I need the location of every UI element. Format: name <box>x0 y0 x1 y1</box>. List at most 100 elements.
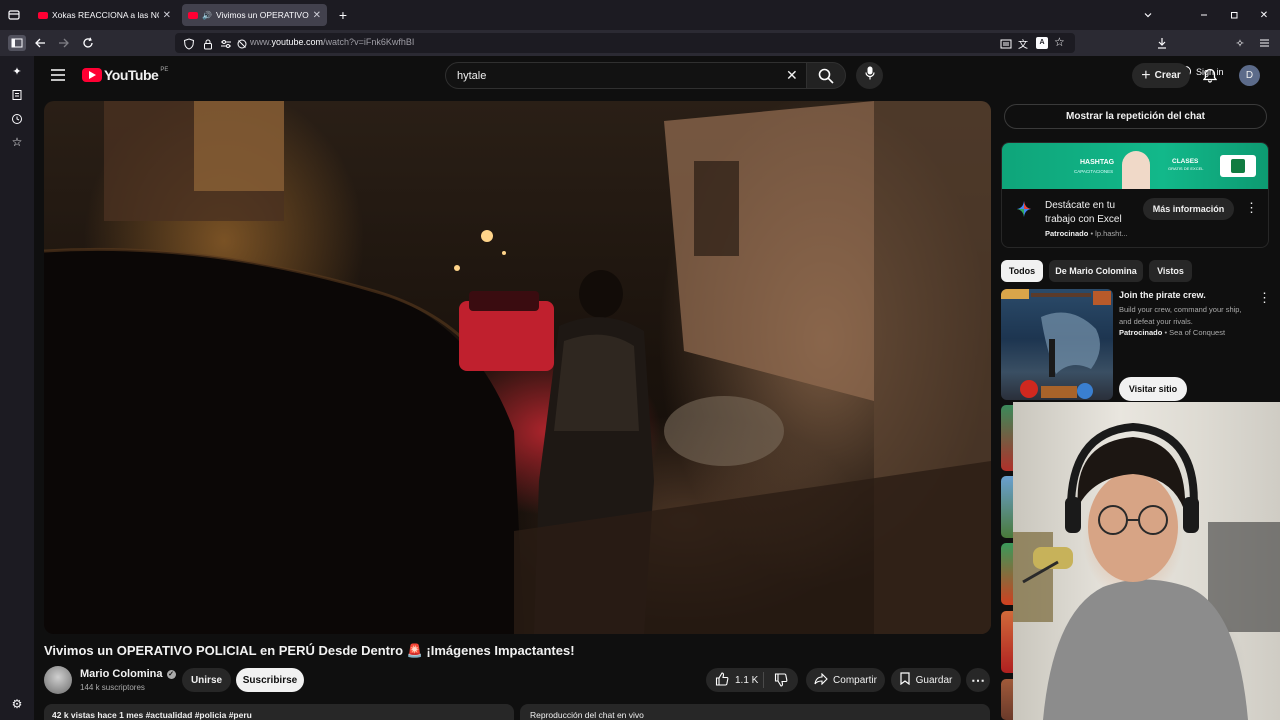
url-text[interactable]: www.youtube.com/watch?v=iFnk6KwfhBI <box>250 37 414 47</box>
save-label: Guardar <box>915 674 953 686</box>
join-button[interactable]: Unirse <box>182 668 231 692</box>
ad-banner-brand: HASHTAG <box>1080 159 1115 166</box>
clear-search-icon[interactable]: ✕ <box>786 67 798 84</box>
minimize-icon[interactable] <box>1196 7 1212 23</box>
reader-view-icon[interactable] <box>1000 37 1012 49</box>
page-translate-icon[interactable]: A <box>1036 37 1048 49</box>
close-tab-icon[interactable]: ✕ <box>309 10 321 21</box>
sponsored-ad-card[interactable]: HASHTAG CAPACITACIONES CLASES GRATIS DE … <box>1001 142 1269 248</box>
search-button[interactable] <box>806 62 846 89</box>
settings-gear-icon[interactable]: ⚙ <box>9 696 25 712</box>
ad-banner-sub: CAPACITACIONES <box>1074 169 1114 174</box>
google-sparkle-icon <box>1017 201 1031 222</box>
camera-off-icon[interactable] <box>236 37 248 49</box>
ad-cta-button[interactable]: Más información <box>1143 198 1234 220</box>
bookmark-icon <box>900 672 910 688</box>
voice-search-button[interactable] <box>856 62 883 89</box>
microphone-icon <box>864 66 875 85</box>
restore-icon[interactable] <box>1226 7 1242 23</box>
tab-xokas[interactable]: Xokas REACCIONA a las NOVEDADES de Hytal… <box>32 4 177 26</box>
ad-sponsored-label: Patrocinado <box>1045 229 1089 238</box>
filter-chip-channel[interactable]: De Mario Colomina <box>1049 260 1143 282</box>
lock-icon[interactable] <box>202 37 214 50</box>
ad-title[interactable]: Destácate en tu trabajo con Excel <box>1045 199 1140 227</box>
synced-tabs-icon[interactable] <box>9 87 25 103</box>
youtube-logo-text: YouTube <box>104 67 159 83</box>
speaker-icon[interactable]: 🔊 <box>202 11 212 20</box>
video-title: Vivimos un OPERATIVO POLICIAL en PERÚ De… <box>44 643 575 658</box>
close-tab-icon[interactable]: ✕ <box>159 10 171 21</box>
save-button[interactable]: Guardar <box>891 668 961 692</box>
chevron-down-icon[interactable] <box>1140 7 1156 23</box>
tab-operativo-policial[interactable]: 🔊 Vivimos un OPERATIVO POLICIAL ✕ <box>182 4 327 26</box>
bookmarks-icon[interactable]: ☆ <box>9 134 25 150</box>
hamburger-menu-icon[interactable] <box>50 67 66 83</box>
promo-more-options-icon[interactable]: ⋮ <box>1258 290 1271 306</box>
channel-name[interactable]: Mario Colomina <box>80 668 163 680</box>
close-window-icon[interactable]: ✕ <box>1256 7 1272 23</box>
forward-icon[interactable] <box>56 35 72 51</box>
thumbs-down-icon[interactable] <box>774 673 788 690</box>
tab-list-icon[interactable] <box>6 7 22 23</box>
excel-icon <box>1231 159 1245 173</box>
bookmark-star-icon[interactable]: ☆ <box>1054 35 1066 49</box>
reload-icon[interactable] <box>80 35 96 51</box>
subscriber-count: 144 k suscriptores <box>80 683 145 692</box>
subscribe-button[interactable]: Suscribirse <box>236 668 304 692</box>
create-button[interactable]: + Crear <box>1132 63 1190 88</box>
chat-replay-panel[interactable]: Reproducción del chat en vivo <box>520 704 990 720</box>
promo-thumbnail[interactable] <box>1001 289 1113 400</box>
verified-check-icon: ✓ <box>166 669 176 679</box>
chat-replay-title: Reproducción del chat en vivo <box>530 710 644 720</box>
webcam-feed <box>1013 422 1280 720</box>
share-arrow-icon <box>814 672 828 688</box>
download-icon[interactable] <box>1154 35 1170 51</box>
back-icon[interactable] <box>32 35 48 51</box>
promo-title[interactable]: Join the pirate crew. <box>1119 290 1206 300</box>
video-player[interactable] <box>44 101 991 634</box>
search-box[interactable]: hytale ✕ <box>445 62 807 89</box>
ad-more-options-icon[interactable]: ⋮ <box>1245 200 1258 216</box>
sidebar-toggle-icon[interactable] <box>8 35 26 51</box>
channel-name-row[interactable]: Mario Colomina ✓ <box>80 668 176 680</box>
more-actions-icon[interactable]: ⋯ <box>966 668 990 692</box>
filter-chip-watched[interactable]: Vistos <box>1149 260 1192 282</box>
promo-cta-button[interactable]: Visitar sitio <box>1119 377 1187 401</box>
new-tab-icon[interactable]: + <box>335 7 351 23</box>
ad-banner-image[interactable]: HASHTAG CAPACITACIONES CLASES GRATIS DE … <box>1002 143 1268 189</box>
browser-tab-bar: Xokas REACCIONA a las NOVEDADES de Hytal… <box>0 0 1280 30</box>
history-icon[interactable] <box>9 111 25 127</box>
extensions-icon[interactable]: ✧ <box>1232 35 1248 51</box>
description-box[interactable]: 42 k vistas hace 1 mes #actualidad #poli… <box>44 704 514 720</box>
shield-icon[interactable] <box>183 37 195 50</box>
like-button[interactable]: 1.1 K <box>715 671 759 689</box>
address-bar[interactable]: www.youtube.com/watch?v=iFnk6KwfhBI 文 A … <box>175 33 1075 53</box>
translate-icon[interactable]: 文 <box>1018 36 1030 51</box>
show-chat-replay-button[interactable]: Mostrar la repetición del chat <box>1004 104 1267 129</box>
video-frame <box>44 101 991 634</box>
ad-sponsor-line: Patrocinado • lp.hasht... <box>1045 229 1128 238</box>
ad-banner-tag: CLASES <box>1172 158 1199 165</box>
share-button[interactable]: Compartir <box>806 668 885 692</box>
plus-icon: + <box>1141 66 1151 84</box>
like-divider <box>763 672 764 688</box>
filter-chip-all[interactable]: Todos <box>1001 260 1043 282</box>
youtube-logo[interactable]: YouTube PE <box>82 67 168 83</box>
promo-sponsor-line: Patrocinado • Sea of Conquest <box>1119 328 1225 337</box>
menu-icon[interactable] <box>1256 35 1272 51</box>
avatar[interactable]: D <box>1239 65 1260 86</box>
like-count: 1.1 K <box>735 674 759 686</box>
channel-avatar[interactable] <box>44 666 72 694</box>
url-path: /watch?v=iFnk6KwfhBI <box>323 37 415 47</box>
ai-chat-icon[interactable]: ✦ <box>9 63 25 79</box>
search-input[interactable]: hytale <box>457 70 486 82</box>
promo-art <box>1001 289 1111 399</box>
ad-presenter-image <box>1122 151 1150 189</box>
create-label: Crear <box>1154 70 1181 81</box>
browser-sidebar: ✦ ☆ ⚙ <box>0 56 34 720</box>
youtube-favicon-icon <box>38 11 48 19</box>
promo-advertiser: • Sea of Conquest <box>1164 328 1226 337</box>
youtube-play-icon <box>82 68 102 82</box>
permissions-icon[interactable] <box>220 37 232 49</box>
notifications-bell-icon[interactable] <box>1202 67 1218 83</box>
